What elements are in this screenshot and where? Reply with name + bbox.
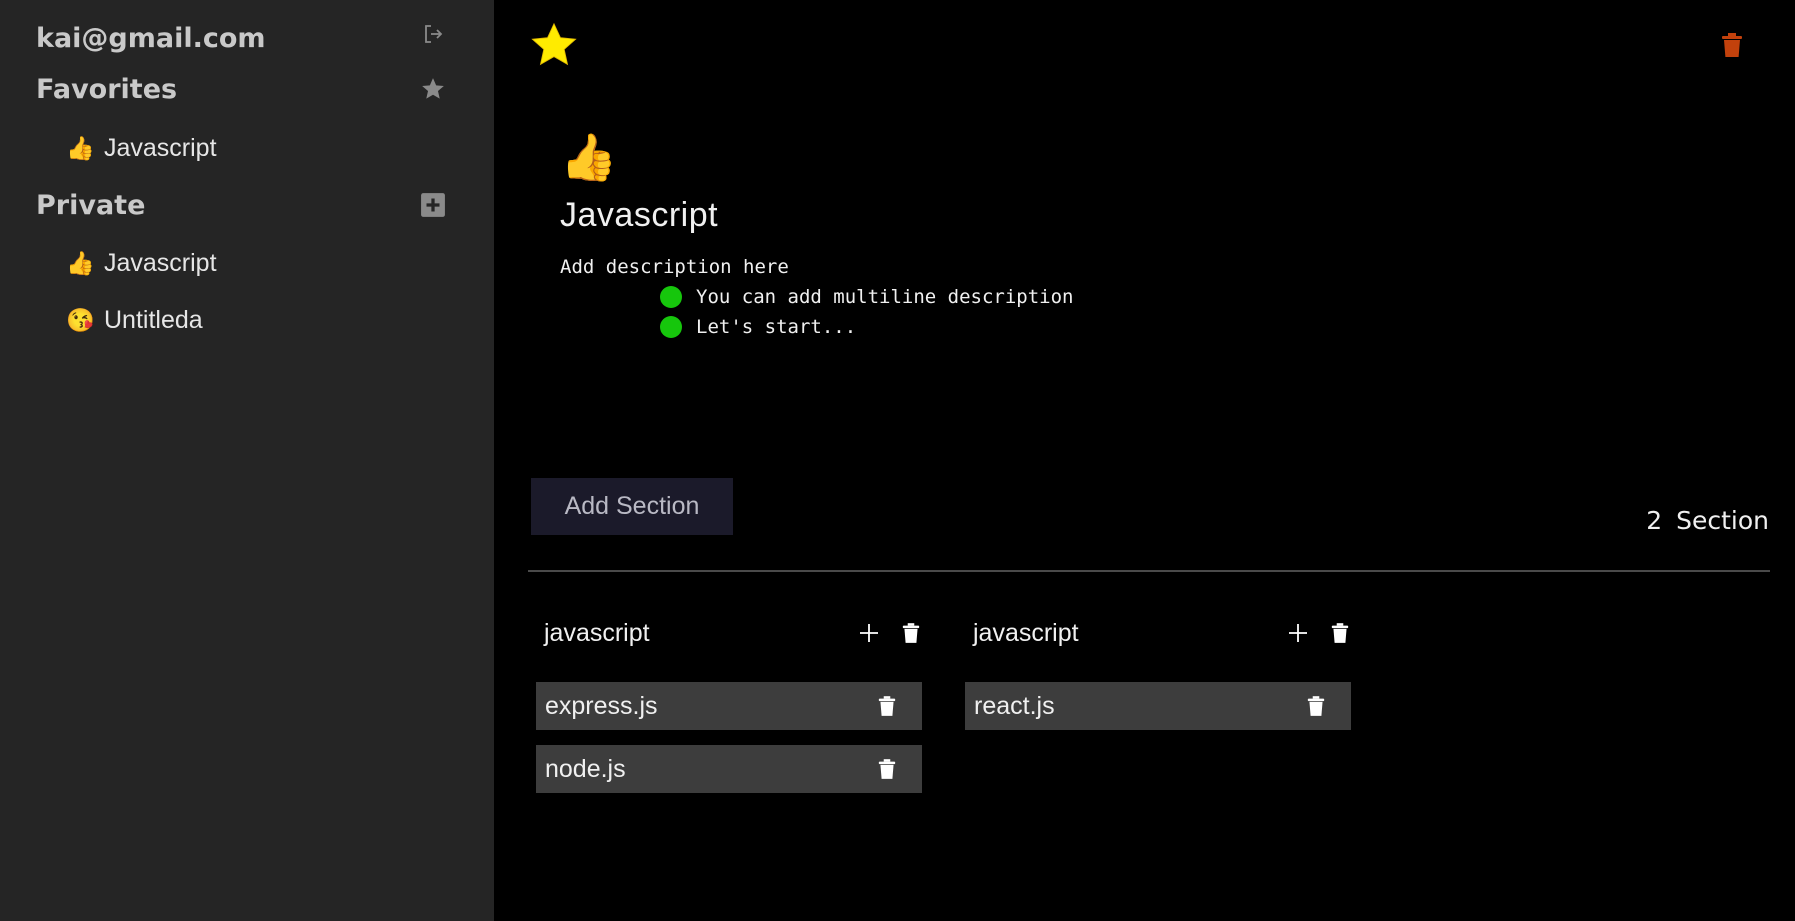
- sidebar-item-label: Untitleda: [104, 305, 203, 334]
- task-title: express.js: [545, 691, 658, 720]
- task-title: node.js: [545, 754, 626, 783]
- section-count: 2 Section: [1646, 506, 1769, 535]
- delete-section-trash-icon[interactable]: [1327, 620, 1353, 646]
- delete-task-trash-icon[interactable]: [874, 693, 900, 719]
- description-bullet: Let's start...: [660, 312, 1074, 342]
- section-header: javascript: [965, 608, 1353, 658]
- page-icon-emoji[interactable]: 👍: [560, 130, 617, 184]
- star-icon: [420, 76, 446, 102]
- private-title: Private: [36, 189, 146, 221]
- add-task-plus-icon[interactable]: [1285, 620, 1311, 646]
- sidebar-item-label: Javascript: [104, 133, 217, 162]
- description-bullet-text: Let's start...: [696, 316, 857, 338]
- page-description[interactable]: Add description here You can add multili…: [560, 252, 1074, 342]
- kiss-face-icon: 😘: [66, 306, 95, 333]
- sidebar: kai@gmail.com Favorites 👍 Javascript Pri…: [0, 0, 494, 921]
- task-card[interactable]: node.js: [536, 745, 922, 793]
- section-actions: [1285, 620, 1353, 646]
- private-header: Private: [36, 186, 446, 224]
- task-card[interactable]: express.js: [536, 682, 922, 730]
- description-line: Add description here: [560, 256, 789, 278]
- plus-square-icon: [421, 193, 445, 217]
- sidebar-item-label: Javascript: [104, 248, 217, 277]
- section-column: javascript react.js: [965, 608, 1353, 730]
- description-bullet-text: You can add multiline description: [696, 286, 1074, 308]
- section-column: javascript express.js node.js: [536, 608, 924, 793]
- sidebar-user-header: kai@gmail.com: [36, 14, 446, 54]
- section-count-number: 2: [1646, 506, 1663, 535]
- task-title: react.js: [974, 691, 1055, 720]
- section-title[interactable]: javascript: [544, 619, 650, 648]
- favorites-title: Favorites: [36, 73, 178, 105]
- add-task-plus-icon[interactable]: [856, 620, 882, 646]
- task-card[interactable]: react.js: [965, 682, 1351, 730]
- sidebar-item-private-untitleda[interactable]: 😘 Untitleda: [66, 302, 446, 338]
- delete-task-trash-icon[interactable]: [874, 756, 900, 782]
- favorite-star-icon[interactable]: [529, 20, 579, 70]
- add-page-button[interactable]: [420, 192, 446, 218]
- thumbs-up-icon: 👍: [66, 134, 95, 161]
- sidebar-item-private-javascript[interactable]: 👍 Javascript: [66, 245, 446, 281]
- logout-icon[interactable]: [420, 21, 446, 47]
- user-email: kai@gmail.com: [36, 22, 266, 54]
- section-title[interactable]: javascript: [973, 619, 1079, 648]
- sidebar-item-favorite-javascript[interactable]: 👍 Javascript: [66, 130, 446, 166]
- page-title[interactable]: Javascript: [560, 196, 718, 235]
- green-circle-icon: [660, 316, 682, 338]
- thumbs-up-icon: 👍: [66, 249, 95, 276]
- divider: [528, 570, 1770, 572]
- main-content: 👍 Javascript Add description here You ca…: [494, 0, 1795, 921]
- delete-section-trash-icon[interactable]: [898, 620, 924, 646]
- delete-page-trash-icon[interactable]: [1721, 32, 1743, 58]
- app-window: kai@gmail.com Favorites 👍 Javascript Pri…: [0, 0, 1795, 921]
- description-bullet: You can add multiline description: [660, 282, 1074, 312]
- favorites-header: Favorites: [36, 70, 446, 108]
- delete-task-trash-icon[interactable]: [1303, 693, 1329, 719]
- section-actions: [856, 620, 924, 646]
- add-section-button[interactable]: Add Section: [531, 478, 733, 535]
- section-count-label: Section: [1676, 506, 1769, 535]
- task-list: express.js node.js: [536, 682, 924, 793]
- task-list: react.js: [965, 682, 1353, 730]
- green-circle-icon: [660, 286, 682, 308]
- section-header: javascript: [536, 608, 924, 658]
